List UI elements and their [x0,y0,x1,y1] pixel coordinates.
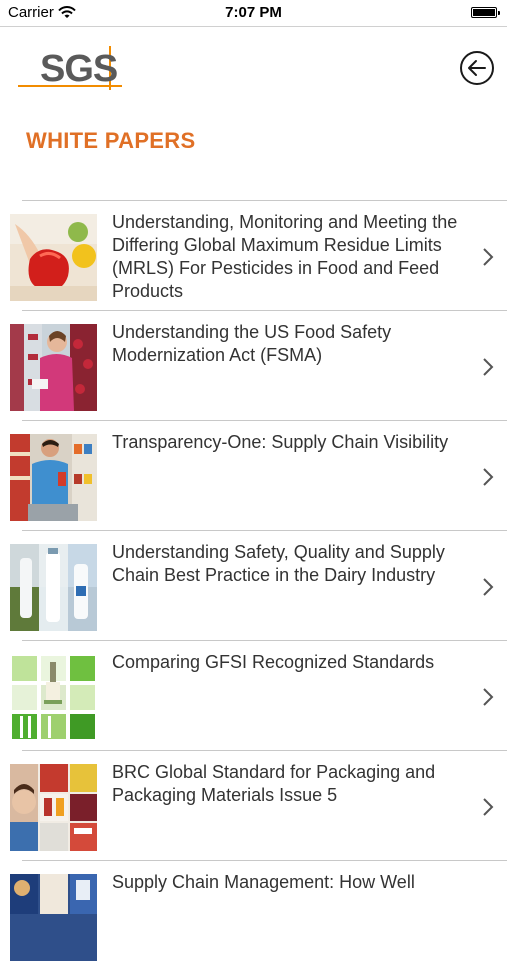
item-title: Understanding Safety, Quality and Supply… [112,542,445,585]
chevron-right-icon [483,798,494,816]
white-papers-list: Understanding, Monitoring and Meeting th… [0,200,507,970]
item-title: Transparency-One: Supply Chain Visibilit… [112,432,449,452]
grocery-shopper-thumbnail [10,324,97,411]
status-time: 7:07 PM [225,4,282,21]
battery-icon [471,7,500,18]
list-item[interactable]: Supply Chain Management: How Well [0,861,507,970]
logo-text: SGS [40,48,118,90]
list-item[interactable]: Understanding Safety, Quality and Supply… [0,531,507,640]
item-title: Understanding the US Food Safety Moderni… [112,322,392,365]
list-item[interactable]: Comparing GFSI Recognized Standards [0,641,507,750]
chevron-right-icon [483,468,494,486]
dairy-bottles-thumbnail [10,544,97,631]
green-mosaic-thumbnail [10,654,97,741]
item-title: Supply Chain Management: How Well [112,872,415,892]
page-title: WHITE PAPERS [26,128,196,153]
status-bar: Carrier 7:07 PM [0,0,507,27]
list-item[interactable]: Transparency-One: Supply Chain Visibilit… [0,421,507,530]
packaging-collage-thumbnail [10,764,97,851]
back-button[interactable] [460,51,494,85]
item-title: BRC Global Standard for Packaging and Pa… [112,762,436,805]
list-item[interactable]: Understanding, Monitoring and Meeting th… [0,201,507,310]
food-collage-thumbnail [10,874,97,961]
man-in-supermarket-thumbnail [10,434,97,521]
sgs-logo: SGS [18,46,128,92]
item-title: Understanding, Monitoring and Meeting th… [112,212,458,301]
chevron-right-icon [483,248,494,266]
list-item[interactable]: Understanding the US Food Safety Moderni… [0,311,507,420]
arrow-left-circle-icon [468,60,486,76]
chevron-right-icon [483,578,494,596]
list-item[interactable]: BRC Global Standard for Packaging and Pa… [0,751,507,860]
chevron-right-icon [483,358,494,376]
item-title: Comparing GFSI Recognized Standards [112,652,435,672]
chevron-right-icon [483,688,494,706]
red-peppers-thumbnail [10,214,97,301]
